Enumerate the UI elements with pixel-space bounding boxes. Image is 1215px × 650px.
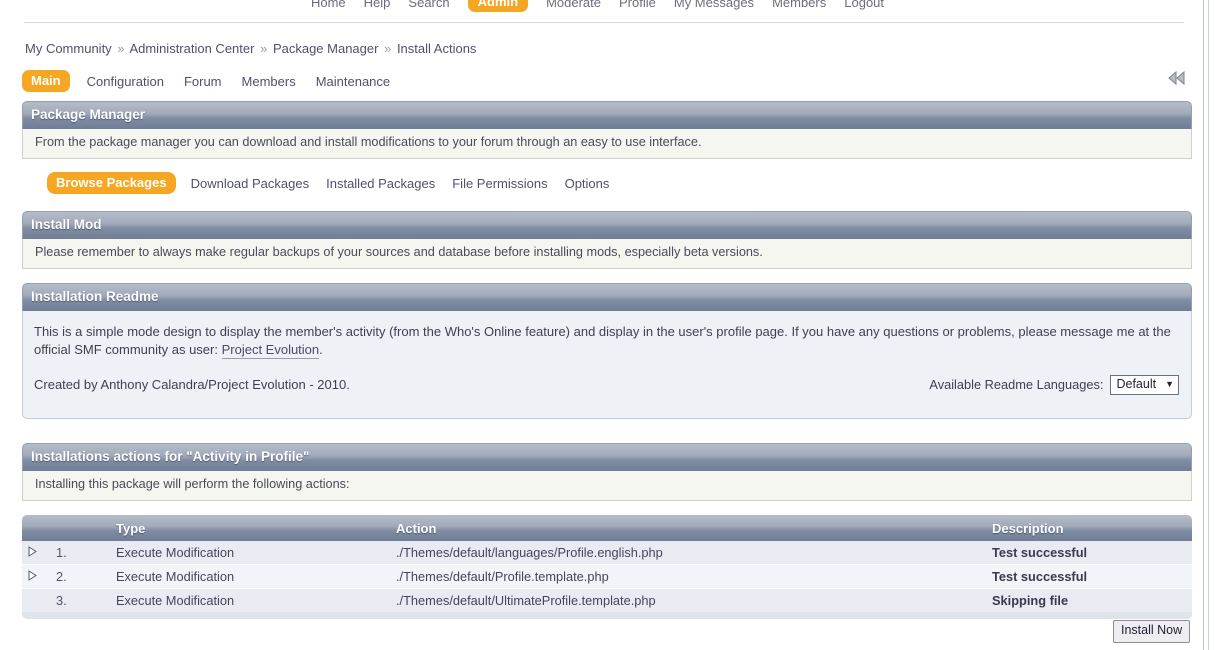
installation-readme-header: Installation Readme xyxy=(22,283,1192,311)
readme-text-after-link: . xyxy=(319,341,323,357)
package-manager-description: From the package manager you can downloa… xyxy=(22,129,1192,159)
tab-maintenance[interactable]: Maintenance xyxy=(313,72,393,91)
readme-author-link[interactable]: Project Evolution xyxy=(221,341,320,359)
install-actions-header: Installations actions for "Activity in P… xyxy=(22,443,1192,471)
submenu-file-permissions[interactable]: File Permissions xyxy=(450,175,549,192)
breadcrumb-item-my-community[interactable]: My Community xyxy=(25,41,112,56)
topnav-item-profile[interactable]: Profile xyxy=(619,0,656,10)
breadcrumb-item-package-manager[interactable]: Package Manager xyxy=(273,41,379,56)
double-left-arrow-icon[interactable] xyxy=(1167,70,1187,86)
row-action: ./Themes/default/UltimateProfile.templat… xyxy=(388,588,984,613)
tab-members[interactable]: Members xyxy=(239,72,299,91)
topnav-item-logout[interactable]: Logout xyxy=(844,0,884,10)
readme-language-select[interactable]: Default ▼ xyxy=(1110,374,1179,395)
row-number: 1. xyxy=(48,541,108,565)
topnav-item-help[interactable]: Help xyxy=(364,0,391,10)
row-type: Execute Modification xyxy=(108,541,388,565)
install-actions-title: Installations actions for "Activity in P… xyxy=(31,449,310,464)
row-description: Test successful xyxy=(984,564,1192,589)
table-footer-bar xyxy=(22,612,1192,619)
breadcrumb: My Community » Administration Center » P… xyxy=(25,41,476,56)
tab-forum[interactable]: Forum xyxy=(181,72,225,91)
table-row: 2. Execute Modification ./Themes/default… xyxy=(22,564,1192,589)
row-description: Test successful xyxy=(984,541,1192,565)
topnav-item-admin[interactable]: Admin xyxy=(467,0,529,12)
page-root: Home Help Search Admin Moderate Profile … xyxy=(0,0,1215,650)
breadcrumb-item-administration-center[interactable]: Administration Center xyxy=(129,41,254,56)
column-header-type: Type xyxy=(108,515,388,541)
topnav-item-members[interactable]: Members xyxy=(772,0,826,10)
topnav-item-home[interactable]: Home xyxy=(311,0,346,10)
triangle-right-icon[interactable] xyxy=(28,545,37,557)
table-row: 3. Execute Modification ./Themes/default… xyxy=(22,588,1192,613)
topnav-item-my-messages[interactable]: My Messages xyxy=(674,0,754,10)
row-expand-cell xyxy=(22,588,48,613)
package-manager-submenu: Browse Packages Download Packages Instal… xyxy=(47,172,611,194)
page-right-edge-outer xyxy=(1208,0,1209,650)
install-actions-table: Type Action Description 1. Execute Modif… xyxy=(22,515,1192,613)
column-header-action: Action xyxy=(388,515,984,541)
column-header-description: Description xyxy=(984,515,1192,541)
submenu-download-packages[interactable]: Download Packages xyxy=(189,175,312,192)
row-expand-cell[interactable] xyxy=(22,564,48,589)
row-number: 2. xyxy=(48,564,108,589)
row-action: ./Themes/default/languages/Profile.engli… xyxy=(388,541,984,565)
breadcrumb-separator: » xyxy=(260,41,268,56)
tab-main[interactable]: Main xyxy=(22,70,70,92)
installation-readme-title: Installation Readme xyxy=(31,289,159,304)
install-mod-description: Please remember to always make regular b… xyxy=(22,239,1192,269)
readme-language-row: Available Readme Languages: Default ▼ xyxy=(929,374,1179,395)
readme-text-before-link: This is a simple mode design to display … xyxy=(34,324,1171,357)
tab-configuration[interactable]: Configuration xyxy=(84,72,167,91)
row-description: Skipping file xyxy=(984,588,1192,613)
installation-readme-body: This is a simple mode design to display … xyxy=(22,311,1192,419)
column-header-number xyxy=(48,515,108,541)
readme-language-label: Available Readme Languages: xyxy=(929,376,1104,392)
table-row: 1. Execute Modification ./Themes/default… xyxy=(22,541,1192,565)
breadcrumb-item-install-actions[interactable]: Install Actions xyxy=(397,41,477,56)
top-user-nav: Home Help Search Admin Moderate Profile … xyxy=(0,0,1195,12)
install-actions-description: Installing this package will perform the… xyxy=(22,471,1192,501)
row-type: Execute Modification xyxy=(108,564,388,589)
topnav-item-search[interactable]: Search xyxy=(408,0,449,10)
row-type: Execute Modification xyxy=(108,588,388,613)
page-right-edge xyxy=(1203,0,1204,650)
header-divider xyxy=(24,22,1184,23)
chevron-down-icon: ▼ xyxy=(1165,378,1174,389)
readme-paragraph-1: This is a simple mode design to display … xyxy=(34,323,1179,359)
topnav-item-moderate[interactable]: Moderate xyxy=(546,0,601,10)
install-mod-title: Install Mod xyxy=(31,217,102,232)
row-number: 3. xyxy=(48,588,108,613)
column-header-expand xyxy=(22,515,48,541)
breadcrumb-separator: » xyxy=(117,41,125,56)
submenu-browse-packages[interactable]: Browse Packages xyxy=(47,172,176,194)
package-manager-header: Package Manager xyxy=(22,101,1192,129)
install-now-button[interactable]: Install Now xyxy=(1113,620,1191,643)
row-action: ./Themes/default/Profile.template.php xyxy=(388,564,984,589)
submenu-options[interactable]: Options xyxy=(563,175,612,192)
submenu-installed-packages[interactable]: Installed Packages xyxy=(324,175,437,192)
row-expand-cell[interactable] xyxy=(22,541,48,565)
readme-language-value: Default xyxy=(1116,376,1157,391)
triangle-right-icon[interactable] xyxy=(28,569,37,581)
table-header-row: Type Action Description xyxy=(22,515,1192,541)
admin-tab-bar: Main Configuration Forum Members Mainten… xyxy=(22,70,393,92)
install-mod-header: Install Mod xyxy=(22,211,1192,239)
breadcrumb-separator: » xyxy=(384,41,392,56)
package-manager-title: Package Manager xyxy=(31,107,146,122)
